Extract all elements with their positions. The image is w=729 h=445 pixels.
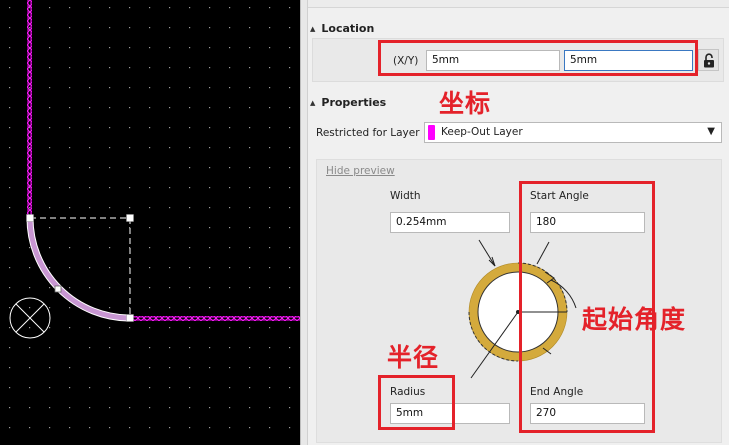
arc-start-handle[interactable] — [26, 214, 34, 222]
collapse-triangle-icon[interactable]: ▲ — [310, 99, 315, 107]
panel-top-strip — [308, 0, 729, 8]
hide-preview-link[interactable]: Hide preview — [326, 165, 395, 177]
width-label: Width — [390, 190, 421, 202]
layer-color-swatch — [428, 125, 435, 140]
panel-splitter[interactable] — [300, 0, 308, 445]
location-lock-button[interactable] — [698, 49, 719, 71]
collapse-triangle-icon[interactable]: ▲ — [310, 25, 315, 33]
annotation-start-angle-text: 起始角度 — [582, 305, 687, 334]
restricted-layer-label: Restricted for Layer — [316, 127, 420, 139]
pcb-canvas-drawing — [0, 0, 300, 445]
restricted-layer-select[interactable]: Keep-Out Layer ▼ — [424, 122, 722, 143]
annotation-location-box — [378, 40, 698, 76]
chevron-down-icon: ▼ — [707, 126, 715, 137]
properties-header-label: Properties — [321, 96, 387, 109]
annotation-coordinate-text: 坐标 — [439, 89, 492, 118]
annotation-radius-text: 半径 — [387, 343, 440, 372]
keepout-track-horizontal[interactable] — [130, 316, 300, 321]
arc-mid-handle[interactable] — [54, 285, 62, 293]
properties-section-header[interactable]: ▲ Properties — [310, 96, 386, 109]
width-input[interactable]: 0.254mm — [390, 212, 510, 233]
location-section-header[interactable]: ▲ Location — [310, 22, 374, 35]
unlocked-padlock-icon — [703, 52, 714, 67]
arc-end-handle[interactable] — [126, 314, 134, 322]
arc-corner-handle[interactable] — [126, 214, 134, 222]
keepout-track-vertical[interactable] — [27, 0, 32, 218]
restricted-layer-value: Keep-Out Layer — [441, 126, 523, 138]
pcb-canvas[interactable] — [0, 0, 300, 445]
location-header-label: Location — [321, 22, 375, 35]
annotation-radius-box — [378, 375, 455, 430]
